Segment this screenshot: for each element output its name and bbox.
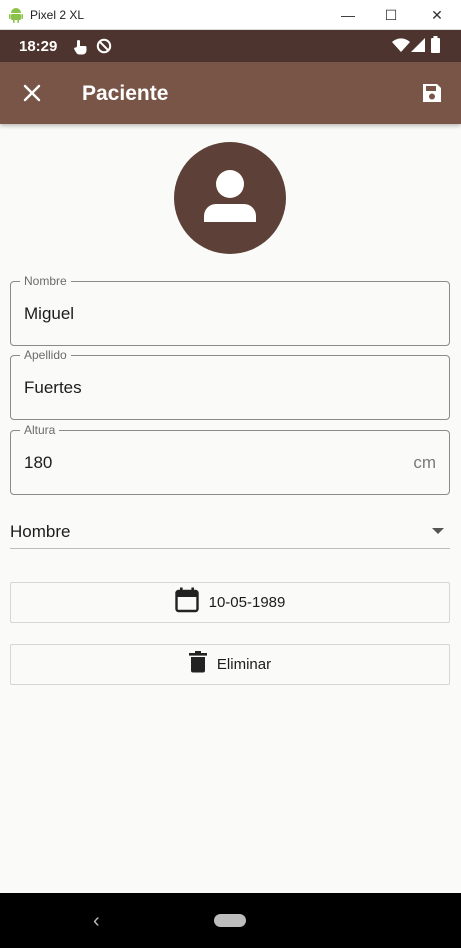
touch-icon [72,38,88,60]
status-bar: 18:29 [0,30,461,62]
maximize-button[interactable]: ☐ [368,0,414,30]
apellido-field[interactable]: Apellido Fuertes [10,348,450,420]
person-icon [200,166,260,231]
battery-icon [431,36,440,58]
status-time: 18:29 [19,38,58,55]
nombre-field[interactable]: Nombre Miguel [10,274,450,346]
sexo-value: Hombre [10,522,71,541]
fecha-nacimiento-value: 10-05-1989 [208,594,286,611]
save-icon[interactable] [418,79,446,107]
wifi-icon [392,38,410,57]
navigation-bar: ‹ [0,893,461,948]
altura-field[interactable]: Altura 180 cm [10,423,450,495]
sexo-dropdown[interactable]: Hombre [10,514,450,549]
trash-icon [188,651,207,678]
eliminar-button[interactable]: Eliminar [10,644,450,685]
apellido-value: Fuertes [24,378,82,397]
altura-value: 180 [24,453,53,472]
window-title: Pixel 2 XL [30,8,85,22]
home-button[interactable] [214,914,246,927]
eliminar-label: Eliminar [216,656,272,673]
android-icon [9,7,23,28]
calendar-icon [174,587,199,618]
altura-label: Altura [20,423,60,437]
signal-icon [411,38,425,57]
apellido-label: Apellido [20,348,71,362]
window-close-button[interactable]: ✕ [414,0,460,30]
app-bar: Paciente [0,62,461,124]
nombre-value: Miguel [24,304,75,323]
page-title: Paciente [82,82,169,105]
back-button[interactable]: ‹ [93,910,100,933]
nombre-label: Nombre [20,274,71,288]
fecha-nacimiento-button[interactable]: 10-05-1989 [10,582,450,623]
do-not-disturb-icon [96,38,112,59]
altura-unit: cm [413,453,436,472]
close-icon[interactable] [18,79,46,107]
emulator-title-bar: Pixel 2 XL — ☐ ✕ [0,0,461,30]
avatar [174,142,286,254]
dropdown-arrow-icon [432,528,444,534]
minimize-button[interactable]: — [325,0,371,30]
